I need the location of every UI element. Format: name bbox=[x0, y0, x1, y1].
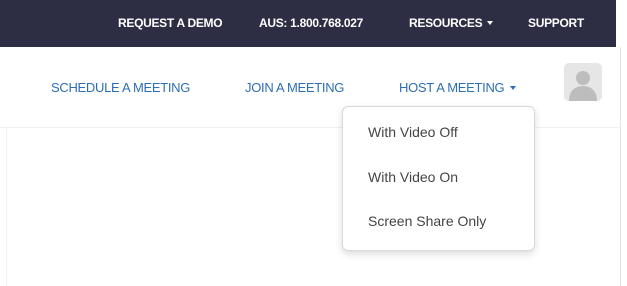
resources-label: RESOURCES bbox=[409, 16, 483, 30]
request-demo-label: REQUEST A DEMO bbox=[118, 16, 223, 30]
menu-item-screen-share-only[interactable]: Screen Share Only bbox=[368, 210, 486, 232]
page-edge bbox=[620, 47, 621, 286]
join-meeting-label: JOIN A MEETING bbox=[245, 80, 345, 95]
resources-menu[interactable]: RESOURCES bbox=[409, 0, 494, 47]
join-meeting-link[interactable]: JOIN A MEETING bbox=[245, 78, 344, 98]
user-avatar-icon bbox=[564, 63, 602, 101]
phone-link[interactable]: AUS: 1.800.768.027 bbox=[259, 0, 363, 47]
chevron-down-icon bbox=[487, 20, 494, 25]
host-meeting-dropdown: With Video Off With Video On Screen Shar… bbox=[342, 106, 535, 251]
menu-item-video-off[interactable]: With Video Off bbox=[368, 121, 458, 143]
top-utility-bar: REQUEST A DEMO AUS: 1.800.768.027 RESOUR… bbox=[0, 0, 616, 47]
request-demo-link[interactable]: REQUEST A DEMO bbox=[118, 0, 223, 47]
menu-item-video-on[interactable]: With Video On bbox=[368, 166, 458, 188]
content-edge bbox=[6, 128, 7, 286]
support-label: SUPPORT bbox=[528, 16, 584, 30]
page: REQUEST A DEMO AUS: 1.800.768.027 RESOUR… bbox=[0, 0, 627, 286]
support-link[interactable]: SUPPORT bbox=[528, 0, 584, 47]
host-meeting-label: HOST A MEETING bbox=[399, 80, 505, 95]
schedule-meeting-link[interactable]: SCHEDULE A MEETING bbox=[51, 78, 190, 98]
avatar[interactable] bbox=[564, 63, 602, 101]
chevron-down-icon bbox=[510, 85, 517, 90]
host-meeting-menu[interactable]: HOST A MEETING bbox=[399, 78, 517, 98]
phone-number: AUS: 1.800.768.027 bbox=[259, 16, 364, 30]
schedule-meeting-label: SCHEDULE A MEETING bbox=[51, 80, 191, 95]
